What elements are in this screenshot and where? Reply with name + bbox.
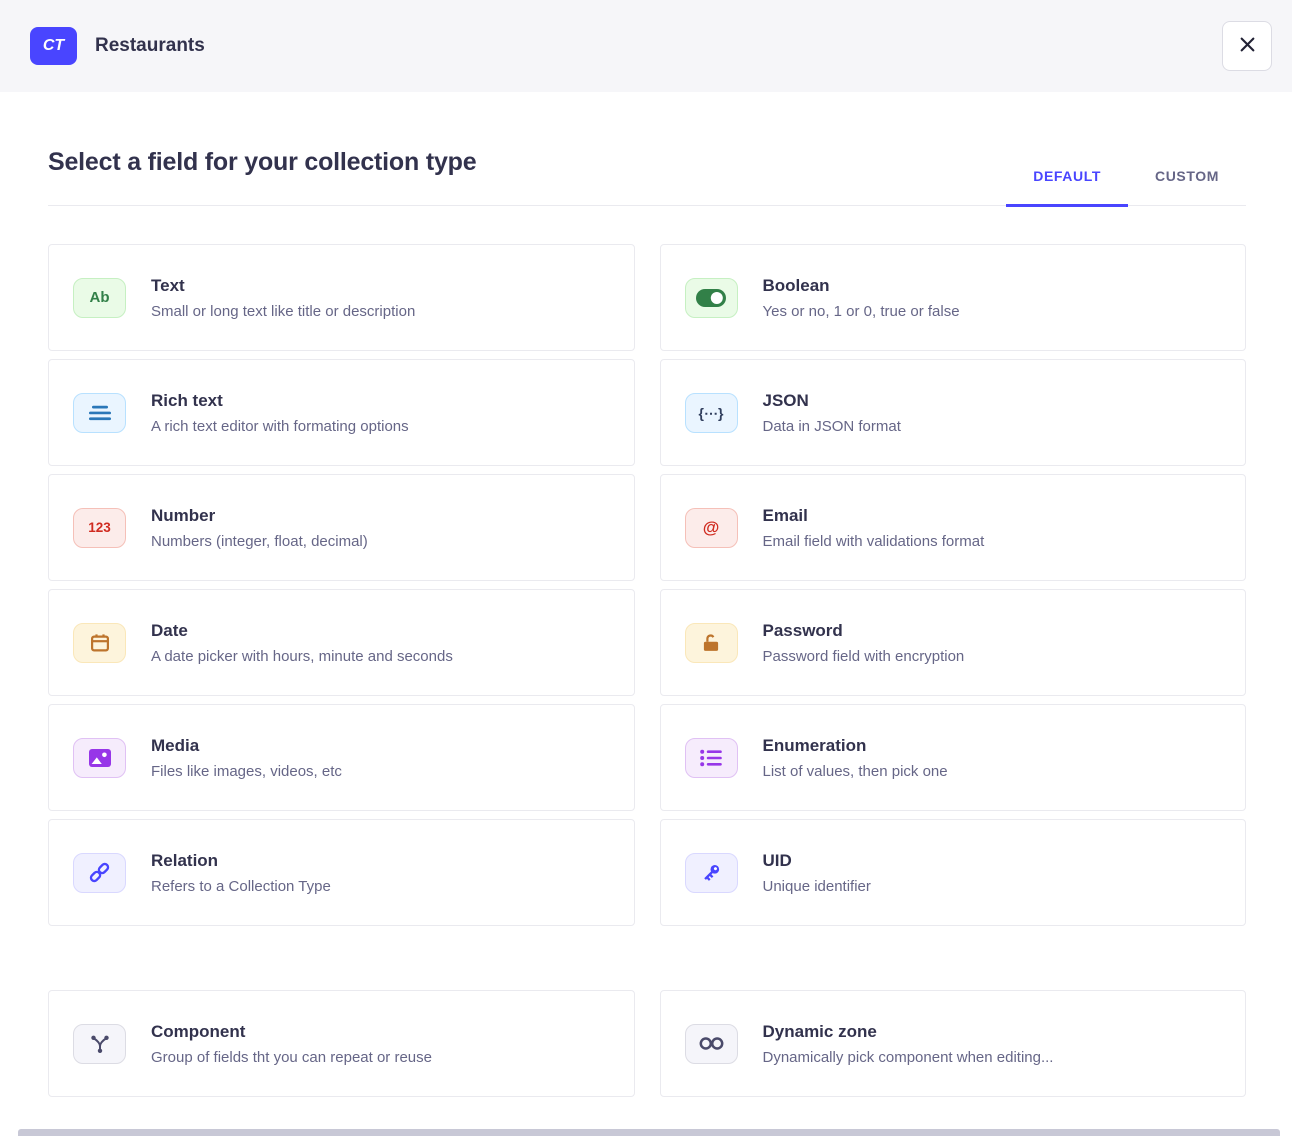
field-card-description: Password field with encryption	[763, 648, 965, 665]
field-card-title: Number	[151, 506, 368, 526]
ab-text-icon: Ab	[73, 278, 126, 318]
field-card-title: Dynamic zone	[763, 1022, 1054, 1042]
field-card-description: Refers to a Collection Type	[151, 878, 331, 895]
field-card-uid[interactable]: UID Unique identifier	[660, 819, 1247, 926]
field-card-description: Dynamically pick component when editing.…	[763, 1049, 1054, 1066]
json-braces-icon: {⋯}	[685, 393, 738, 433]
tab-bar: DEFAULT CUSTOM	[1006, 168, 1246, 205]
field-card-description: Email field with validations format	[763, 533, 985, 550]
modal-title: Restaurants	[95, 35, 205, 57]
field-card-description: A date picker with hours, minute and sec…	[151, 648, 453, 665]
field-card-description: Unique identifier	[763, 878, 871, 895]
field-card-title: Email	[763, 506, 985, 526]
page-title: Select a field for your collection type	[48, 148, 476, 205]
tab-default[interactable]: DEFAULT	[1006, 168, 1128, 205]
modal-body: Select a field for your collection type …	[0, 148, 1292, 1097]
field-card-description: Numbers (integer, float, decimal)	[151, 533, 368, 550]
field-grid-default: Ab Text Small or long text like title or…	[48, 244, 1246, 926]
field-card-title: Boolean	[763, 276, 960, 296]
field-card-title: Text	[151, 276, 415, 296]
field-card-boolean[interactable]: Boolean Yes or no, 1 or 0, true or false	[660, 244, 1247, 351]
field-card-description: Group of fields tht you can repeat or re…	[151, 1049, 432, 1066]
field-card-description: Small or long text like title or descrip…	[151, 303, 415, 320]
field-card-date[interactable]: Date A date picker with hours, minute an…	[48, 589, 635, 696]
field-card-description: Files like images, videos, etc	[151, 763, 342, 780]
field-card-enumeration[interactable]: Enumeration List of values, then pick on…	[660, 704, 1247, 811]
field-card-description: A rich text editor with formating option…	[151, 418, 409, 435]
picture-icon	[73, 738, 126, 778]
field-card-title: UID	[763, 851, 871, 871]
field-card-json[interactable]: {⋯} JSON Data in JSON format	[660, 359, 1247, 466]
field-card-title: Media	[151, 736, 342, 756]
field-card-title: Date	[151, 621, 453, 641]
close-button[interactable]	[1222, 21, 1272, 71]
branch-icon	[73, 1024, 126, 1064]
calendar-icon	[73, 623, 126, 663]
modal-header: CT Restaurants	[0, 0, 1292, 92]
field-card-title: Password	[763, 621, 965, 641]
field-card-title: Enumeration	[763, 736, 948, 756]
field-card-rich-text[interactable]: Rich text A rich text editor with format…	[48, 359, 635, 466]
content-type-badge: CT	[30, 27, 77, 65]
field-card-description: Data in JSON format	[763, 418, 901, 435]
at-sign-icon: @	[685, 508, 738, 548]
header-left: CT Restaurants	[30, 27, 205, 65]
toggle-icon	[685, 278, 738, 318]
numbers-123-icon: 123	[73, 508, 126, 548]
field-card-description: List of values, then pick one	[763, 763, 948, 780]
lock-open-icon	[685, 623, 738, 663]
field-card-number[interactable]: 123 Number Numbers (integer, float, deci…	[48, 474, 635, 581]
field-card-text[interactable]: Ab Text Small or long text like title or…	[48, 244, 635, 351]
field-card-media[interactable]: Media Files like images, videos, etc	[48, 704, 635, 811]
tab-custom[interactable]: CUSTOM	[1128, 168, 1246, 205]
field-card-title: JSON	[763, 391, 901, 411]
infinity-icon	[685, 1024, 738, 1064]
field-card-relation[interactable]: Relation Refers to a Collection Type	[48, 819, 635, 926]
chain-link-icon	[73, 853, 126, 893]
field-card-title: Component	[151, 1022, 432, 1042]
field-card-description: Yes or no, 1 or 0, true or false	[763, 303, 960, 320]
field-card-title: Rich text	[151, 391, 409, 411]
field-card-title: Relation	[151, 851, 331, 871]
key-icon	[685, 853, 738, 893]
bullet-list-icon	[685, 738, 738, 778]
field-card-email[interactable]: @ Email Email field with validations for…	[660, 474, 1247, 581]
align-lines-icon	[73, 393, 126, 433]
field-card-component[interactable]: Component Group of fields tht you can re…	[48, 990, 635, 1097]
field-card-password[interactable]: Password Password field with encryption	[660, 589, 1247, 696]
field-card-dynamic-zone[interactable]: Dynamic zone Dynamically pick component …	[660, 990, 1247, 1097]
bottom-divider	[18, 1129, 1280, 1136]
field-grid-structure: Component Group of fields tht you can re…	[48, 990, 1246, 1097]
close-icon	[1239, 36, 1256, 56]
heading-row: Select a field for your collection type …	[48, 148, 1246, 206]
